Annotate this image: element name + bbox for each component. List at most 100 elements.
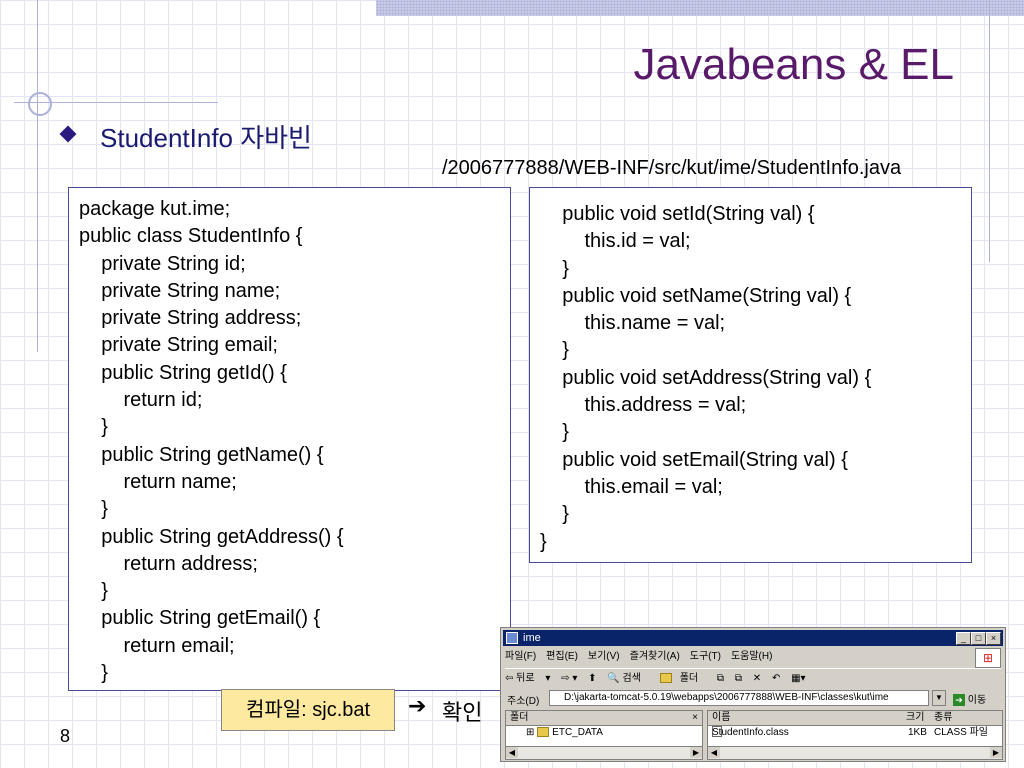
column-size[interactable]: 크기 xyxy=(906,711,924,725)
scroll-left-icon[interactable]: ◀ xyxy=(506,747,518,758)
scroll-right-icon[interactable]: ▶ xyxy=(690,747,702,758)
confirm-label: 확인 xyxy=(442,700,483,725)
folders-button[interactable]: 폴더 xyxy=(659,669,706,689)
code-line: private String address; xyxy=(79,307,302,330)
back-button[interactable]: ⇦ 뒤로 ▾ xyxy=(505,669,550,689)
code-line: this.email = val; xyxy=(540,475,723,498)
code-line: private String name; xyxy=(79,279,281,302)
file-size: 1KB xyxy=(908,727,927,738)
copy-to-icon[interactable]: ⧉ xyxy=(717,669,724,689)
file-list-header: 이름 크기 종류 xyxy=(708,711,1002,726)
code-line: package kut.ime; xyxy=(79,198,231,220)
code-line: public String getId() { xyxy=(79,361,287,384)
decorative-circle xyxy=(28,92,52,116)
go-arrow-icon: ➔ xyxy=(953,694,965,706)
address-bar: 주소(D) D:\jakarta-tomcat-5.0.19\webapps\2… xyxy=(505,690,1001,708)
go-label: 이동 xyxy=(967,695,987,706)
code-line: return id; xyxy=(79,389,203,412)
maximize-button[interactable]: □ xyxy=(971,632,986,645)
code-line: this.name = val; xyxy=(540,312,726,335)
folder-panel-header: 폴더 × xyxy=(506,711,702,726)
page-number: 8 xyxy=(60,726,71,746)
top-decoration-bar xyxy=(376,0,1024,16)
tree-item[interactable]: ⊞ ETC_DATA xyxy=(506,726,702,740)
column-name[interactable]: 이름 xyxy=(712,711,730,725)
menu-item[interactable]: 편집(E) xyxy=(546,651,578,662)
windows-logo-icon: ⊞ xyxy=(975,648,1001,668)
code-line: } xyxy=(540,503,569,526)
code-line: return email; xyxy=(79,634,235,657)
code-box-left: package kut.ime; public class StudentInfo… xyxy=(68,187,511,691)
code-line: private String email; xyxy=(79,334,278,357)
scroll-right-icon[interactable]: ▶ xyxy=(990,747,1002,758)
compile-note: 컴파일: sjc.bat xyxy=(221,689,395,731)
folder-tree-panel: 폴더 × ⊞ ETC_DATA ◀ ▶ xyxy=(505,710,703,760)
explorer-title-bar[interactable]: ime _ □ × xyxy=(503,630,1003,646)
code-line: return address; xyxy=(79,552,258,575)
address-dropdown-icon[interactable]: ▼ xyxy=(932,690,946,706)
code-line: } xyxy=(540,339,569,362)
folder-panel-scrollbar[interactable]: ◀ ▶ xyxy=(506,746,702,759)
tree-item-label: ETC_DATA xyxy=(552,727,603,738)
code-line: return name; xyxy=(79,470,237,493)
back-label: 뒤로 xyxy=(516,673,535,684)
code-line: } xyxy=(79,416,108,439)
forward-button[interactable]: ⇨ ▾ xyxy=(561,669,577,689)
folder-icon xyxy=(537,727,550,738)
folder-window-icon xyxy=(506,632,518,644)
explorer-window: ime _ □ × 파일(F) 편집(E) 보기(V) 즐겨찾기(A) 도구(T) 도움말… xyxy=(500,627,1006,762)
minimize-button[interactable]: _ xyxy=(956,632,971,645)
file-row[interactable]: StudentInfo.class 1KB CLASS 파일 xyxy=(708,726,1002,740)
go-button[interactable]: ➔ 이동 xyxy=(953,691,986,706)
code-line: } xyxy=(540,421,569,444)
right-vertical-rule xyxy=(989,0,990,262)
code-line: } xyxy=(79,498,108,521)
up-folder-icon[interactable]: ⬆ xyxy=(588,669,596,689)
folders-label: 폴더 xyxy=(679,673,699,684)
code-line: this.address = val; xyxy=(540,394,747,417)
bullet-text: StudentInfo 자바빈 xyxy=(100,123,312,153)
explorer-title: ime xyxy=(523,632,541,644)
views-icon[interactable]: ▦▾ xyxy=(791,669,805,689)
column-type[interactable]: 종류 xyxy=(934,711,952,725)
file-path: /2006777888/WEB-INF/src/kut/ime/StudentI… xyxy=(442,157,902,179)
address-label: 주소(D) xyxy=(507,696,540,707)
address-input[interactable]: D:\jakarta-tomcat-5.0.19\webapps\2006777… xyxy=(549,690,929,706)
menu-item[interactable]: 파일(F) xyxy=(505,651,536,662)
menu-item[interactable]: 보기(V) xyxy=(588,651,620,662)
undo-icon[interactable]: ↶ xyxy=(772,669,780,689)
code-line: private String id; xyxy=(79,252,246,275)
left-vertical-rule xyxy=(37,0,38,352)
search-label: 검색 xyxy=(622,673,641,684)
delete-icon[interactable]: ✕ xyxy=(753,669,761,689)
code-line: public class StudentInfo { xyxy=(79,225,303,248)
code-line: } xyxy=(540,257,569,280)
file-list-scrollbar[interactable]: ◀ ▶ xyxy=(708,746,1002,759)
slide-title: Javabeans & EL xyxy=(633,40,954,89)
code-line: public String getName() { xyxy=(79,443,324,466)
menu-item[interactable]: 도구(T) xyxy=(690,651,721,662)
menu-item[interactable]: 도움말(H) xyxy=(731,651,772,662)
close-button[interactable]: × xyxy=(986,632,1001,645)
file-type: CLASS 파일 xyxy=(934,727,988,738)
code-line: public void setName(String val) { xyxy=(540,284,852,307)
folder-panel-close-button[interactable]: × xyxy=(692,711,698,725)
code-line: public void setAddress(String val) { xyxy=(540,366,872,389)
code-box-right: public void setId(String val) { this.id … xyxy=(529,187,972,563)
code-line: } xyxy=(540,530,547,553)
right-arrow-icon: ➔ xyxy=(408,693,427,718)
code-line: } xyxy=(79,580,108,603)
search-button[interactable]: 🔍 검색 xyxy=(607,669,649,689)
menu-item[interactable]: 즐겨찾기(A) xyxy=(630,651,680,662)
move-to-icon[interactable]: ⧉ xyxy=(735,669,742,689)
toolbar: ⇦ 뒤로 ▾ ⇨ ▾ ⬆ 🔍 검색 폴더 ⧉ ⧉ ✕ ↶ ▦▾ xyxy=(505,668,1001,689)
code-line: this.id = val; xyxy=(540,230,691,253)
code-line: } xyxy=(79,662,108,685)
folder-icon xyxy=(659,673,672,684)
menu-bar: 파일(F) 편집(E) 보기(V) 즐겨찾기(A) 도구(T) 도움말(H) xyxy=(505,648,1001,666)
code-line: public void setEmail(String val) { xyxy=(540,448,848,471)
scroll-left-icon[interactable]: ◀ xyxy=(708,747,720,758)
file-name: StudentInfo.class xyxy=(712,727,789,738)
code-line: public String getEmail() { xyxy=(79,607,321,630)
code-line: public String getAddress() { xyxy=(79,525,344,548)
